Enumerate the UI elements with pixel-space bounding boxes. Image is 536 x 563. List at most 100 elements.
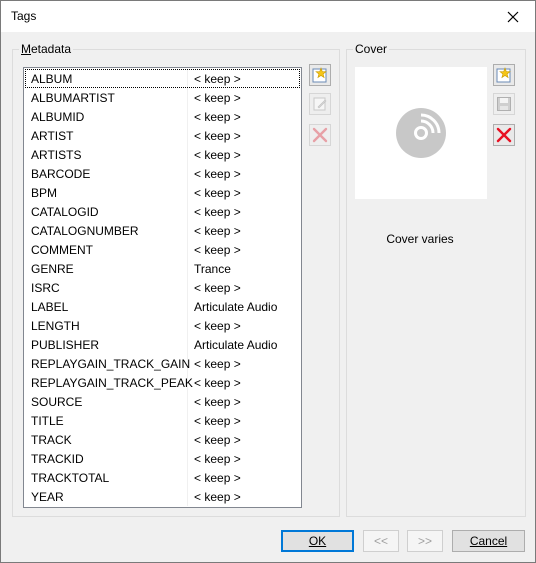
tag-key: TRACKID [31,452,84,466]
tag-key: COMMENT [31,243,93,257]
tag-row[interactable]: CATALOGID < keep > [25,202,300,221]
metadata-group: Metadata ALBUM < keep > ALBUMARTIST < keep … [12,42,340,517]
tag-key: ALBUM [31,72,73,86]
save-cover-button[interactable] [493,93,515,115]
tag-row[interactable]: ALBUM < keep > [25,69,300,88]
tag-value[interactable]: < keep > [194,243,241,257]
edit-icon [312,96,328,112]
tag-key: REPLAYGAIN_TRACK_PEAK [31,376,193,390]
tag-key: BARCODE [31,167,91,181]
tag-value[interactable]: < keep > [194,129,241,143]
tag-row[interactable]: ISRC < keep > [25,278,300,297]
ok-label: OK [308,534,327,548]
tag-value[interactable]: < keep > [194,490,241,504]
tag-row[interactable]: CATALOGNUMBER < keep > [25,221,300,240]
tag-key: ARTISTS [31,148,82,162]
tag-value[interactable]: Articulate Audio [194,300,277,314]
new-star-icon [496,67,512,83]
tag-value[interactable]: Articulate Audio [194,338,277,352]
tag-value[interactable]: < keep > [194,91,241,105]
tag-value[interactable]: < keep > [194,281,241,295]
edit-tag-button[interactable] [309,93,331,115]
tag-row[interactable]: ALBUMID < keep > [25,107,300,126]
tag-row[interactable]: TRACKID < keep > [25,449,300,468]
add-cover-button[interactable] [493,64,515,86]
tag-value[interactable]: < keep > [194,224,241,238]
tag-row[interactable]: REPLAYGAIN_TRACK_GAIN < keep > [25,354,300,373]
remove-tag-button[interactable] [309,124,331,146]
tag-value[interactable]: < keep > [194,186,241,200]
cover-caption: Cover varies [386,232,454,246]
tag-value[interactable]: < keep > [194,205,241,219]
tag-key: GENRE [31,262,74,276]
remove-cover-button[interactable] [493,124,515,146]
next-label: >> [417,534,432,548]
tag-value[interactable]: < keep > [194,110,241,124]
metadata-label-mnemonic: M [21,42,31,56]
tag-key: CATALOGID [31,205,99,219]
tag-key: LABEL [31,300,69,314]
tag-row[interactable]: ALBUMARTIST < keep > [25,88,300,107]
metadata-label-rest: etadata [31,42,72,56]
cover-label: Cover [353,42,390,56]
tag-value[interactable]: < keep > [194,471,241,485]
tag-key: SOURCE [31,395,83,409]
tag-row[interactable]: REPLAYGAIN_TRACK_PEAK < keep > [25,373,300,392]
ok-button[interactable]: OK [281,530,354,552]
cancel-button[interactable]: Cancel [452,530,525,552]
tag-key: LENGTH [31,319,80,333]
tag-key: ARTIST [31,129,74,143]
next-button[interactable]: >> [407,530,443,552]
tag-value[interactable]: < keep > [194,433,241,447]
delete-x-icon [312,127,328,143]
tag-key: TRACKTOTAL [31,471,110,485]
tag-value[interactable]: < keep > [194,148,241,162]
tag-value[interactable]: < keep > [194,319,241,333]
tag-row[interactable]: COMMENT < keep > [25,240,300,259]
tag-value[interactable]: < keep > [194,167,241,181]
tag-row[interactable]: YEAR < keep > [25,487,300,506]
metadata-label: Metadata [19,42,74,56]
metadata-list[interactable]: ALBUM < keep > ALBUMARTIST < keep > ALBUMID <… [23,67,302,508]
cancel-label: Cancel [469,534,508,548]
tag-row[interactable]: GENRE Trance [25,259,300,278]
save-icon [496,96,512,112]
tag-key: BPM [31,186,58,200]
tag-row[interactable]: PUBLISHER Articulate Audio [25,335,300,354]
tag-value[interactable]: < keep > [194,357,241,371]
tag-row[interactable]: SOURCE < keep > [25,392,300,411]
tag-value[interactable]: < keep > [194,452,241,466]
tag-key: YEAR [31,490,64,504]
tag-value[interactable]: < keep > [194,72,241,86]
tags-dialog: Tags Metadata ALBUM < keep > ALBUMARTIST < … [0,0,536,563]
new-star-icon [312,67,328,83]
tag-row[interactable]: TRACKTOTAL < keep > [25,468,300,487]
close-button[interactable] [491,1,535,32]
tag-key: TRACK [31,433,72,447]
tag-row[interactable]: ARTISTS < keep > [25,145,300,164]
tag-key: CATALOGNUMBER [31,224,139,238]
tag-value[interactable]: < keep > [194,395,241,409]
tag-row[interactable]: TRACK < keep > [25,430,300,449]
tag-key: TITLE [31,414,64,428]
tag-value[interactable]: < keep > [194,376,241,390]
previous-button[interactable]: << [363,530,399,552]
delete-x-icon [496,127,512,143]
add-tag-button[interactable] [309,64,331,86]
window-title: Tags [11,9,37,23]
tag-key: REPLAYGAIN_TRACK_GAIN [31,357,191,371]
tag-key: ALBUMID [31,110,85,124]
tag-row[interactable]: TITLE < keep > [25,411,300,430]
tag-key: PUBLISHER [31,338,100,352]
tag-value[interactable]: Trance [194,262,231,276]
tag-row[interactable]: BARCODE < keep > [25,164,300,183]
tag-row[interactable]: LABEL Articulate Audio [25,297,300,316]
disc-icon [396,108,446,158]
tag-row[interactable]: ARTIST < keep > [25,126,300,145]
tag-value[interactable]: < keep > [194,414,241,428]
tag-row[interactable]: BPM < keep > [25,183,300,202]
cover-image-area[interactable] [355,67,487,199]
close-icon [507,11,519,22]
title-bar: Tags [1,1,535,32]
tag-row[interactable]: LENGTH < keep > [25,316,300,335]
